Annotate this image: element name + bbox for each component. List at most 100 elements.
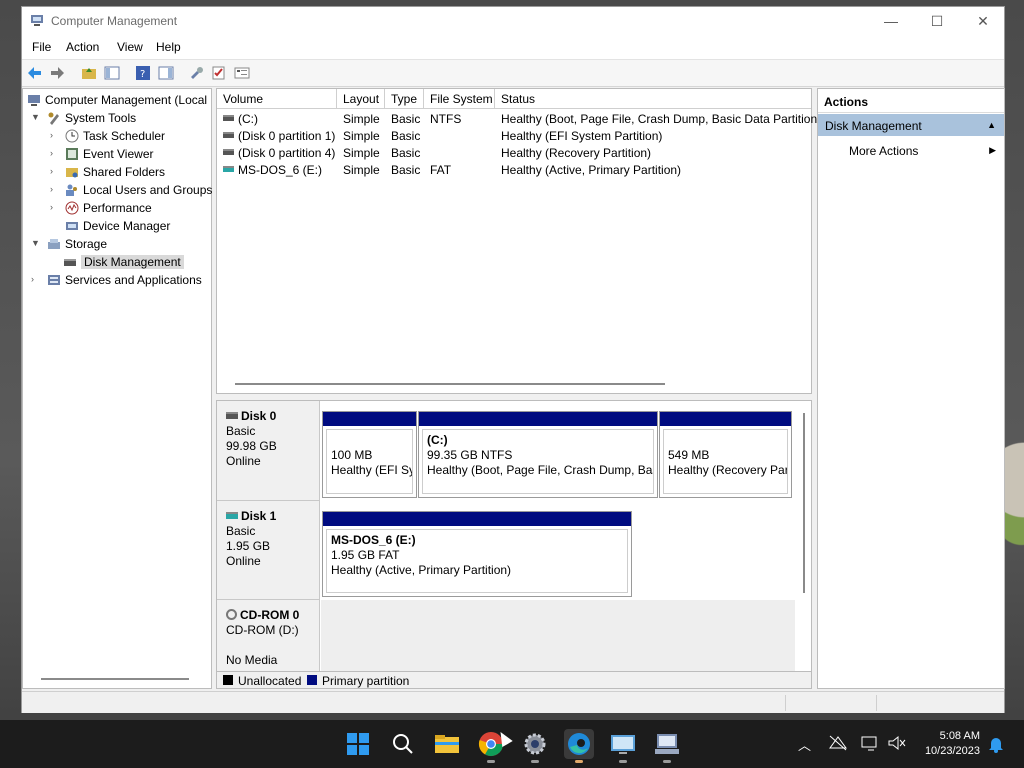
volume-row[interactable]: (Disk 0 partition 4) Simple Basic Health… [217,144,811,161]
svg-text:?: ? [140,69,145,80]
column-header-file-system[interactable]: File System [430,92,493,106]
edge-button[interactable] [564,729,594,763]
show-hidden-icons-chevron-icon[interactable]: ︿ [798,735,811,754]
device-manager-icon [66,222,78,230]
chevron-down-icon[interactable]: ▼ [31,112,41,122]
actions-section-disk-management[interactable]: Disk Management ▲ [818,114,1004,136]
partition-recovery[interactable]: 549 MB Healthy (Recovery Part [659,411,792,498]
menu-action[interactable]: Action [66,40,99,54]
column-divider[interactable] [423,89,424,108]
chevron-right-icon[interactable]: › [50,130,60,140]
start-button[interactable] [343,729,373,759]
volume-list-header: Volume Layout Type File System Status [217,89,811,109]
column-header-type[interactable]: Type [391,92,417,106]
tree-node-root[interactable]: Computer Management (Local [27,91,207,109]
back-arrow-icon[interactable] [27,65,43,81]
tree-node-local-users[interactable]: Local Users and Groups [65,181,212,199]
volume-muted-icon[interactable] [886,734,906,752]
minimize-button[interactable]: — [868,7,914,35]
legend: Unallocated Primary partition [216,672,812,689]
disk-0-label[interactable]: Disk 0 Basic 99.98 GB Online [217,401,320,501]
event-viewer-icon [66,148,78,160]
column-divider[interactable] [336,89,337,108]
menu-view[interactable]: View [117,40,143,54]
more-actions-item[interactable]: More Actions [849,144,918,158]
collapse-arrow-icon[interactable]: ▲ [987,120,996,130]
settings-button[interactable] [520,729,550,763]
tree-node-event-viewer[interactable]: Event Viewer [65,145,153,163]
search-button[interactable] [388,729,418,759]
partition-bar [419,412,657,426]
column-header-status[interactable]: Status [501,92,535,106]
column-header-layout[interactable]: Layout [343,92,379,106]
display-icon[interactable] [860,734,880,752]
search-icon [393,734,413,754]
settings-icon [524,733,546,755]
properties-icon[interactable] [234,65,250,81]
volume-row[interactable]: (C:) Simple Basic NTFS Healthy (Boot, Pa… [217,110,821,127]
volume-icon [223,115,234,121]
tree-node-device-manager[interactable]: Device Manager [65,217,170,235]
cdrom-0-label[interactable]: CD-ROM 0 CD-ROM (D:) No Media [217,600,320,671]
tree-node-system-tools[interactable]: System Tools [47,109,136,127]
disk-1-label[interactable]: Disk 1 Basic 1.95 GB Online [217,501,320,600]
checklist-icon[interactable] [211,65,227,81]
tree-horizontal-scrollbar[interactable] [41,678,189,680]
network-disconnected-icon[interactable] [828,734,848,752]
computer-management-icon [31,15,43,26]
performance-icon [65,201,79,215]
menu-bar: File Action View Help [22,35,1004,59]
volume-icon [223,149,234,155]
chevron-right-icon[interactable]: › [31,274,41,284]
remote-desktop-icon [611,735,635,754]
file-explorer-icon [435,735,459,753]
legend-primary: Primary partition [322,674,410,688]
tools-icon [48,112,59,125]
file-explorer-button[interactable] [432,729,462,759]
partition-e[interactable]: MS-DOS_6 (E:) 1.95 GB FAT Healthy (Activ… [322,511,632,597]
column-header-volume[interactable]: Volume [223,92,263,106]
disk-map-vertical-scrollbar[interactable] [803,413,805,593]
tree-node-services-applications[interactable]: Services and Applications [47,271,202,289]
help-icon[interactable]: ? [135,65,151,81]
show-action-pane-icon[interactable] [158,65,174,81]
maximize-button[interactable]: ☐ [914,7,960,35]
tree-node-disk-management[interactable]: Disk Management [63,253,184,271]
status-divider [785,695,786,711]
menu-file[interactable]: File [32,40,51,54]
chevron-right-icon[interactable]: › [50,202,60,212]
tree-node-task-scheduler[interactable]: Task Scheduler [65,127,165,145]
column-divider[interactable] [384,89,385,108]
actions-pane: Actions Disk Management ▲ More Actions ▶ [817,88,1005,689]
menu-help[interactable]: Help [156,40,181,54]
chevron-down-icon[interactable]: ▼ [31,238,41,248]
up-folder-icon[interactable] [81,65,97,81]
connect-icon[interactable] [189,65,205,81]
computer-management-taskbar-button[interactable] [652,729,682,763]
volume-row[interactable]: (Disk 0 partition 1) Simple Basic Health… [217,127,811,144]
partition-efi[interactable]: 100 MB Healthy (EFI Sys [322,411,417,498]
disk-icon [226,412,238,419]
chevron-right-icon[interactable]: › [50,166,60,176]
forward-arrow-icon[interactable] [49,65,65,81]
tree-node-performance[interactable]: Performance [65,199,152,217]
volume-row[interactable]: MS-DOS_6 (E:) Simple Basic FAT Healthy (… [217,161,811,178]
taskbar-clock[interactable]: 5:08 AM 10/23/2023 [925,729,980,759]
column-divider[interactable] [494,89,495,108]
show-hide-tree-icon[interactable] [104,65,120,81]
status-divider [876,695,877,711]
tree-node-storage[interactable]: Storage [47,235,107,253]
chevron-right-icon[interactable]: › [50,148,60,158]
tree-node-shared-folders[interactable]: Shared Folders [65,163,165,181]
remote-desktop-button[interactable] [608,729,638,763]
title-bar[interactable]: Computer Management — ☐ ✕ [22,7,1004,35]
volume-list-horizontal-scrollbar[interactable] [235,383,665,385]
cdrom-empty-area [321,600,795,671]
partition-c[interactable]: (C:) 99.35 GB NTFS Healthy (Boot, Page F… [418,411,658,498]
close-button[interactable]: ✕ [960,7,1006,35]
chevron-right-icon[interactable]: › [50,184,60,194]
partition-bar [323,412,416,426]
disk-icon [64,259,76,266]
notification-bell-icon[interactable] [988,735,1004,753]
status-bar [22,691,1004,713]
